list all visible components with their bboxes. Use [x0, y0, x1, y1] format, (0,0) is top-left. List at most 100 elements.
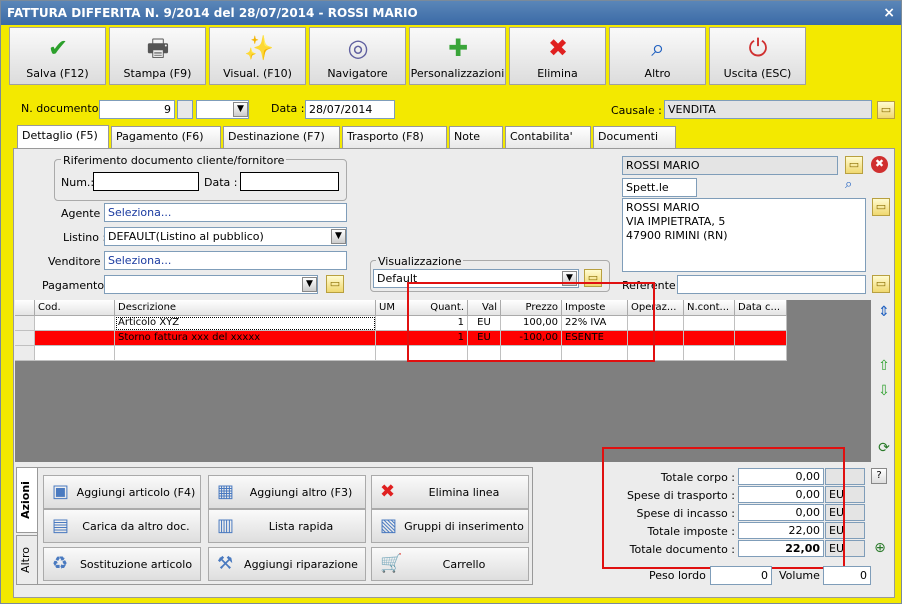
cliente-remove-icon[interactable]: ✖ [871, 156, 888, 173]
action-button-5[interactable]: ▧ Gruppi di inserimento [371, 509, 529, 543]
toolbar-button-label: Visual. (F10) [223, 67, 292, 80]
grid-cell[interactable]: Articolo XYZ [115, 316, 376, 331]
cliente-address[interactable]: ROSSI MARIO VIA IMPIETRATA, 5 47900 RIMI… [622, 198, 866, 272]
chevron-down-icon[interactable]: ▼ [233, 102, 248, 117]
move-up-icon[interactable]: ⇧ [875, 357, 893, 375]
grid-header-9[interactable]: N.cont... [684, 300, 735, 316]
n-documento-input[interactable]: 9 [99, 100, 175, 119]
close-icon[interactable]: × [883, 1, 895, 25]
toolbar-button-label: Elimina [537, 67, 578, 80]
peso-input[interactable]: 0 [710, 566, 772, 585]
toolbar-button-2[interactable]: ✨ Visual. (F10) [209, 27, 306, 85]
pagamento-folder-icon[interactable]: ▭ [326, 275, 344, 293]
peso-label: Peso lordo : [649, 569, 713, 582]
agente-input[interactable]: Seleziona... [104, 203, 347, 222]
spett-input[interactable]: Spett.le [622, 178, 697, 197]
toolbar-button-5[interactable]: ✖ Elimina [509, 27, 606, 85]
toolbar-button-1[interactable]: 🖶 Stampa (F9) [109, 27, 206, 85]
action-button-2[interactable]: ✖ Elimina linea [371, 475, 529, 509]
grid-header-10[interactable]: Data c... [735, 300, 787, 316]
volume-input[interactable]: 0 [823, 566, 871, 585]
referente-input[interactable] [677, 275, 866, 294]
move-down-icon[interactable]: ⇩ [875, 382, 893, 400]
grid-cell[interactable]: Storno fattura xxx del xxxxx [115, 331, 376, 346]
action-button-6[interactable]: ♻ Sostituzione articolo [43, 547, 201, 581]
action-button-8[interactable]: 🛒 Carrello [371, 547, 529, 581]
tab-5[interactable]: Contabilita' [505, 126, 591, 148]
grid-cell[interactable] [376, 346, 408, 361]
pagamento-select[interactable] [104, 275, 318, 294]
grid-cell[interactable] [684, 316, 735, 331]
annotation-box-rows [407, 282, 655, 362]
tab-4[interactable]: Note [449, 126, 503, 148]
action-button-3[interactable]: ▤ Carica da altro doc. [43, 509, 201, 543]
grid-cell[interactable] [684, 331, 735, 346]
tab-6[interactable]: Documenti [593, 126, 676, 148]
grid-header-1[interactable]: Cod. [35, 300, 115, 316]
cliente-folder-icon[interactable]: ▭ [845, 156, 863, 174]
row-selector[interactable] [15, 331, 35, 346]
toolbar-button-6[interactable]: ⌕ Altro [609, 27, 706, 85]
printer-icon: 🖶 [146, 34, 170, 62]
annotation-box-totals [602, 447, 845, 569]
tab-altro-label: Altro [19, 547, 32, 573]
row-selector[interactable] [15, 346, 35, 361]
action-button-1[interactable]: ▦ Aggiungi altro (F3) [208, 475, 366, 509]
replace-article-icon: ♻ [52, 553, 69, 574]
cliente-name[interactable]: ROSSI MARIO [622, 156, 838, 175]
action-button-7[interactable]: ⚒ Aggiungi riparazione [208, 547, 366, 581]
tab-azioni[interactable]: Azioni [16, 467, 38, 533]
grid-cell[interactable] [35, 331, 115, 346]
folder-icon[interactable]: ▭ [877, 101, 895, 119]
tab-1[interactable]: Pagamento (F6) [111, 126, 221, 148]
toolbar-button-4[interactable]: ✚ Personalizzazioni [409, 27, 506, 85]
help-button[interactable]: ? [871, 468, 887, 484]
grid-cell[interactable] [684, 346, 735, 361]
grid-cell[interactable] [376, 331, 408, 346]
rif-data-input[interactable] [240, 172, 339, 191]
grid-cell[interactable] [735, 316, 787, 331]
grid-cell[interactable] [115, 346, 376, 361]
cart-icon: 🛒 [380, 553, 403, 574]
action-button-4[interactable]: ▥ Lista rapida [208, 509, 366, 543]
address-folder-icon[interactable]: ▭ [872, 198, 890, 216]
grid-cell[interactable] [735, 346, 787, 361]
cliente-search-icon[interactable]: ⌕ [845, 177, 863, 195]
venditore-input[interactable]: Seleziona... [104, 251, 347, 270]
row-selector[interactable] [15, 316, 35, 331]
tab-altro[interactable]: Altro [16, 535, 38, 585]
tab-0[interactable]: Dettaglio (F5) [17, 125, 109, 149]
pagamento-chevron-down-icon[interactable]: ▼ [302, 277, 317, 292]
toolbar-button-7[interactable]: ⏻ Uscita (ESC) [709, 27, 806, 85]
toolbar-button-3[interactable]: ◎ Navigatore [309, 27, 406, 85]
action-button-0[interactable]: ▣ Aggiungi articolo (F4) [43, 475, 201, 509]
action-button-label: Aggiungi altro (F3) [249, 486, 353, 499]
totals-add-icon[interactable]: ⊕ [871, 539, 889, 557]
grid-cell[interactable] [376, 316, 408, 331]
refresh-icon[interactable]: ⟳ [875, 439, 893, 457]
rif-num-input[interactable] [93, 172, 199, 191]
toolbar-button-label: Salva (F12) [26, 67, 89, 80]
data-input[interactable]: 28/07/2014 [305, 100, 395, 119]
toolbar-button-0[interactable]: ✔ Salva (F12) [9, 27, 106, 85]
address-line: 47900 RIMINI (RN) [626, 229, 728, 242]
causale-input[interactable]: VENDITA [664, 100, 872, 119]
magnifier-icon: ⌕ [651, 34, 665, 62]
grid-header-3[interactable]: UM [376, 300, 408, 316]
grid-cell[interactable] [35, 316, 115, 331]
grid-cell[interactable] [35, 346, 115, 361]
n-documento-spin[interactable] [177, 100, 193, 119]
toolbar-button-label: Personalizzazioni [410, 67, 505, 80]
grid-cell[interactable] [735, 331, 787, 346]
grid-header-2[interactable]: Descrizione [115, 300, 376, 316]
listino-label: Listino : [63, 231, 107, 244]
scroll-updown-icon[interactable]: ⇕ [875, 303, 893, 321]
referente-folder-icon[interactable]: ▭ [872, 275, 890, 293]
tab-2[interactable]: Destinazione (F7) [223, 126, 340, 148]
tab-3[interactable]: Trasporto (F8) [342, 126, 447, 148]
listino-select[interactable]: DEFAULT(Listino al pubblico) [104, 227, 347, 246]
venditore-label: Venditore : [48, 255, 108, 268]
grid-corner[interactable] [15, 300, 35, 316]
delete-line-icon: ✖ [380, 481, 396, 502]
listino-chevron-down-icon[interactable]: ▼ [331, 229, 346, 244]
